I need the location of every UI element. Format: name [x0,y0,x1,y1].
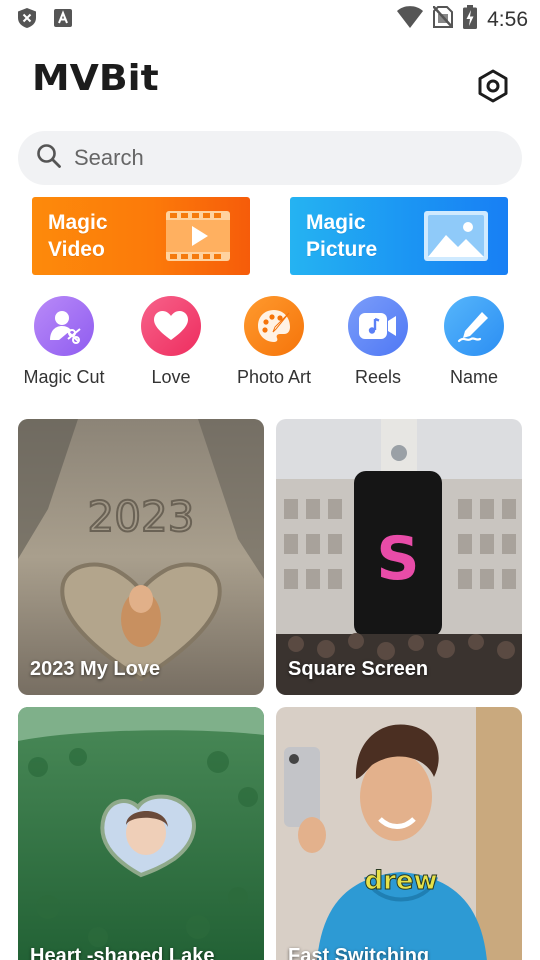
template-thumbnail [18,707,264,960]
tool-label: Photo Art [236,367,312,387]
template-card[interactable]: S Square Screen [276,419,522,695]
tool-label: Name [449,367,498,387]
font-a-icon [54,9,72,32]
svg-text:drew: drew [364,866,437,896]
tool-label: Love [151,367,191,387]
tool-label: Magic Cut [23,367,105,387]
shield-x-icon [18,8,36,33]
tool-name[interactable]: Name [422,296,526,392]
tool-love[interactable]: Love [119,296,223,392]
pen-icon [444,296,504,356]
film-icon [166,211,230,266]
no-sim-icon [432,5,455,33]
template-card[interactable]: Heart -shaped Lake [18,707,264,960]
magic-video-label: Magic Video [48,211,108,261]
template-title: Square Screen [288,658,429,680]
search-icon [36,143,62,174]
template-card[interactable]: 2023 2023 My Love [18,419,264,695]
template-title: Fast Switching [288,945,430,960]
search-placeholder: Search [74,145,144,170]
reels-icon [348,296,408,356]
clock-time: 4:56 [487,7,528,31]
tool-label: Reels [354,367,402,387]
magic-picture-label: Magic Picture [306,211,378,261]
template-title: Heart -shaped Lake [30,945,215,960]
template-thumbnail: drew [276,707,522,960]
tool-reels[interactable]: Reels [326,296,430,392]
tool-photo-art[interactable]: Photo Art [222,296,326,392]
settings-button[interactable] [474,69,512,107]
template-thumbnail: S [276,419,522,695]
magic-cut-icon [34,296,94,356]
magic-picture-button[interactable]: Magic Picture [290,197,508,275]
wifi-icon [397,6,424,33]
template-title: 2023 My Love [30,658,161,680]
svg-text:2023: 2023 [88,492,195,541]
svg-text:S: S [376,524,419,594]
tool-magic-cut[interactable]: Magic Cut [12,296,116,392]
template-card[interactable]: drew Fast Switching [276,707,522,960]
magic-video-button[interactable]: Magic Video [32,197,250,275]
template-thumbnail: 2023 [18,419,264,695]
gear-icon [477,69,509,108]
search-input[interactable]: Search [18,131,522,185]
palette-icon [244,296,304,356]
battery-charging-icon [463,5,478,34]
app-logo: MVBit [32,58,159,99]
heart-icon [141,296,201,356]
status-bar: 4:56 [0,0,540,36]
picture-icon [424,211,488,266]
